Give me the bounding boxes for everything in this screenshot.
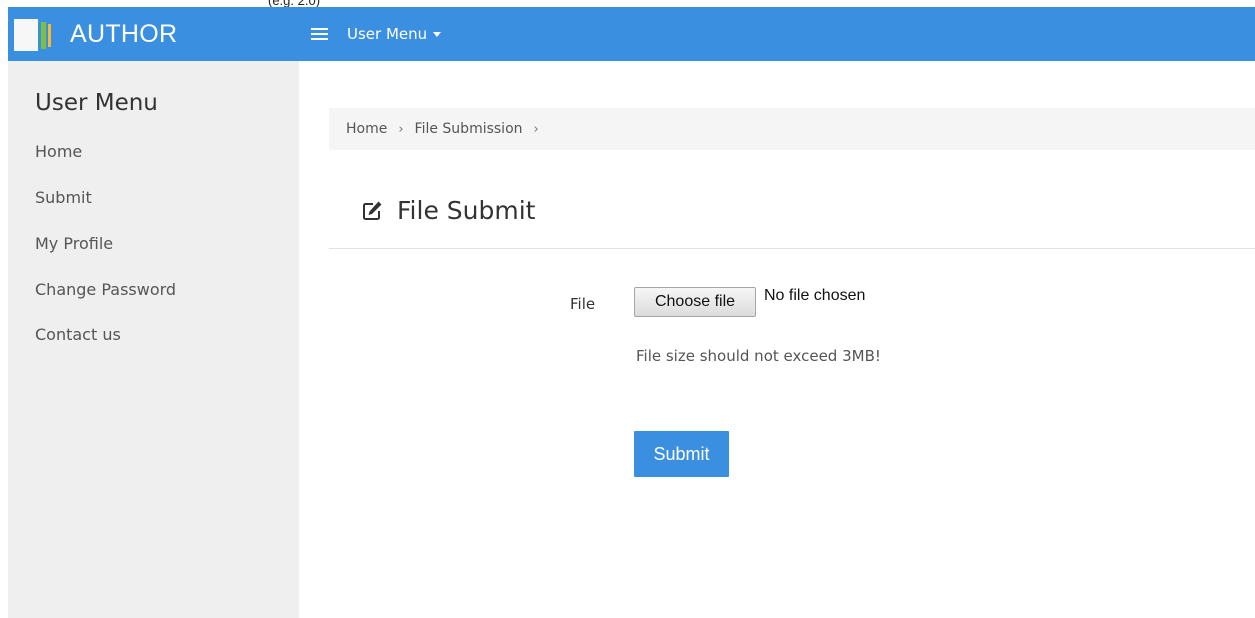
file-label: File	[570, 295, 596, 313]
sidebar-item-contact-us[interactable]: Contact us	[35, 325, 121, 344]
sidebar-item-home[interactable]: Home	[35, 142, 82, 161]
brand-name: AUTHOR	[70, 19, 178, 48]
brand[interactable]: AUTHOR	[8, 7, 298, 61]
page-title-text: File Submit	[397, 196, 536, 225]
user-menu-dropdown-label: User Menu	[347, 25, 428, 43]
top-navbar: AUTHOR User Menu	[8, 7, 1255, 61]
file-size-help: File size should not exceed 3MB!	[636, 347, 881, 365]
sidebar-item-my-profile[interactable]: My Profile	[35, 234, 113, 253]
submit-button[interactable]: Submit	[634, 431, 729, 477]
caret-down-icon	[433, 31, 442, 37]
breadcrumb-home[interactable]: Home	[346, 121, 387, 137]
breadcrumb: Home › File Submission ›	[329, 108, 1255, 150]
file-status: No file chosen	[764, 287, 866, 304]
sidebar: User Menu Home Submit My Profile Change …	[8, 61, 299, 618]
breadcrumb-separator: ›	[398, 121, 404, 137]
title-divider	[329, 248, 1255, 249]
top-strip: (e.g. 2.0)	[0, 0, 1255, 8]
sidebar-item-change-password[interactable]: Change Password	[35, 280, 176, 299]
sidebar-title: User Menu	[35, 90, 158, 116]
user-menu-dropdown[interactable]: User Menu	[347, 7, 442, 61]
book-logo-icon	[14, 16, 60, 52]
breadcrumb-separator: ›	[533, 121, 539, 137]
edit-icon	[363, 201, 382, 220]
page: (e.g. 2.0) AUTHOR User Menu User Menu Ho…	[0, 0, 1255, 618]
page-title: File Submit	[360, 196, 535, 225]
hamburger-icon[interactable]	[311, 24, 328, 42]
breadcrumb-file-submission[interactable]: File Submission	[415, 121, 523, 137]
sidebar-item-submit[interactable]: Submit	[35, 188, 92, 207]
choose-file-button[interactable]: Choose file	[634, 287, 756, 317]
